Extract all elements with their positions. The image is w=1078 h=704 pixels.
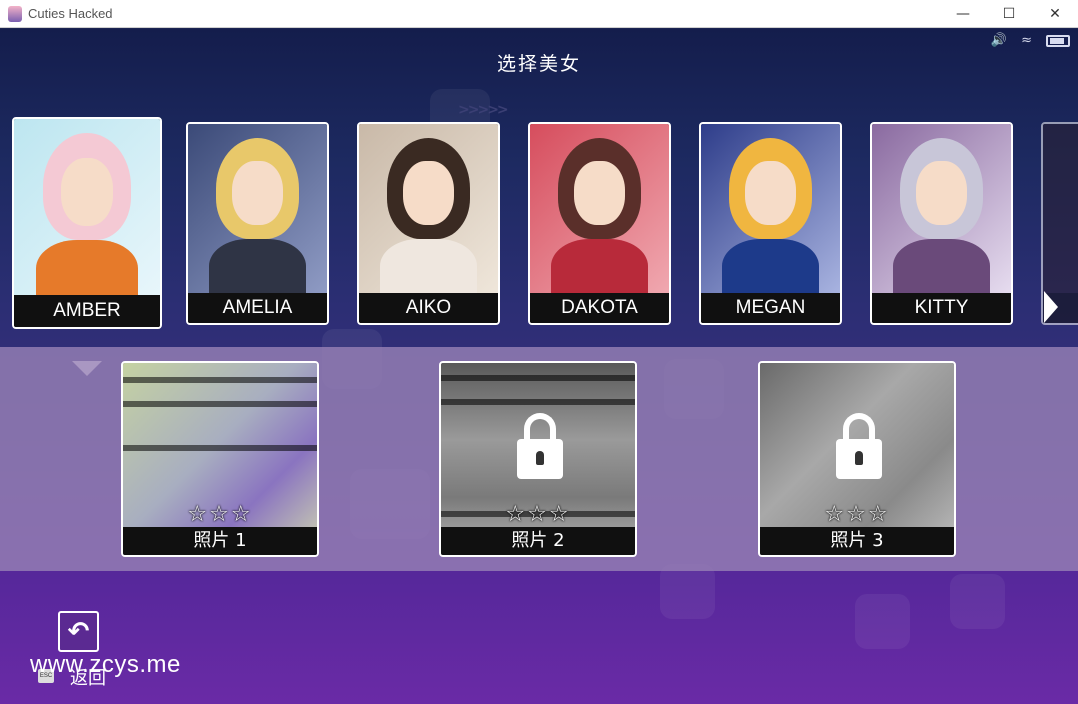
character-portrait (872, 124, 1011, 307)
watermark: www.zcys.me (30, 651, 181, 678)
photo-label: 照片 2 (441, 527, 635, 555)
photo-stars: ☆☆☆ (505, 502, 571, 527)
portrait-face (745, 161, 796, 226)
photo-panel: ☆☆☆ 照片 1 ☆☆☆ 照片 2 ☆☆☆ 照片 3 (0, 347, 1078, 571)
bg-decor-icon (950, 574, 1005, 629)
back-button[interactable]: ↶ (58, 611, 99, 652)
character-portrait (188, 124, 327, 307)
character-portrait (530, 124, 669, 307)
lock-icon (836, 413, 882, 479)
character-name: MEGAN (701, 293, 840, 323)
bg-decor-icon (660, 564, 715, 619)
status-bar: 🔊 ≈ (991, 33, 1070, 48)
battery-icon (1046, 34, 1070, 47)
character-name: AMBER (14, 295, 160, 327)
photo-label: 照片 3 (760, 527, 954, 555)
character-name: AIKO (359, 293, 498, 323)
screen-title: 选择美女 (496, 53, 581, 75)
lock-icon (517, 413, 563, 479)
character-name: KITTY (872, 293, 1011, 323)
thumbnail-stripe (441, 399, 635, 405)
wifi-icon: ≈ (1021, 33, 1032, 48)
character-name: DAKOTA (530, 293, 669, 323)
portrait-face (232, 161, 283, 226)
maximize-button[interactable]: ☐ (986, 0, 1032, 28)
app-icon (8, 5, 22, 22)
character-card-kitty[interactable]: KITTY (870, 122, 1013, 325)
portrait-face (60, 158, 114, 226)
character-card-amelia[interactable]: AMELIA (186, 122, 329, 325)
photo-card-3[interactable]: ☆☆☆ 照片 3 (758, 361, 956, 557)
character-portrait (1043, 124, 1078, 293)
portrait-face (916, 161, 967, 226)
character-portrait (14, 119, 160, 312)
photo-stars: ☆☆☆ (824, 502, 890, 527)
thumbnail-stripe (123, 445, 317, 451)
window-titlebar: Cuties Hacked — ☐ ✕ (0, 0, 1078, 28)
thumbnail-stripe (441, 375, 635, 381)
volume-icon: 🔊 (990, 33, 1008, 48)
thumbnail-stripe (123, 401, 317, 407)
close-button[interactable]: ✕ (1032, 0, 1078, 28)
thumbnail-stripe (123, 377, 317, 383)
minimize-button[interactable]: — (940, 0, 986, 28)
window-title: Cuties Hacked (28, 6, 113, 21)
portrait-face (403, 161, 454, 226)
portrait-face (574, 161, 625, 226)
character-portrait (701, 124, 840, 307)
character-card-megan[interactable]: MEGAN (699, 122, 842, 325)
photo-card-2[interactable]: ☆☆☆ 照片 2 (439, 361, 637, 557)
character-card-aiko[interactable]: AIKO (357, 122, 500, 325)
photo-card-1[interactable]: ☆☆☆ 照片 1 (121, 361, 319, 557)
character-card-amber[interactable]: AMBER (12, 117, 162, 329)
character-strip: AMBER AMELIA AIKO DAKOTA MEGAN KITTY (0, 111, 1078, 376)
photo-label: 照片 1 (123, 527, 317, 555)
photo-stars: ☆☆☆ (187, 502, 253, 527)
bg-decor-icon (855, 594, 910, 649)
character-name: AMELIA (188, 293, 327, 323)
character-portrait (359, 124, 498, 307)
game-viewport: 🔊 ≈ 选择美女 >>>>> AMBER AMELIA AIKO DAKOTA … (0, 29, 1078, 704)
character-card-dakota[interactable]: DAKOTA (528, 122, 671, 325)
window-controls: — ☐ ✕ (940, 0, 1078, 28)
next-arrow-icon[interactable] (1044, 291, 1058, 323)
